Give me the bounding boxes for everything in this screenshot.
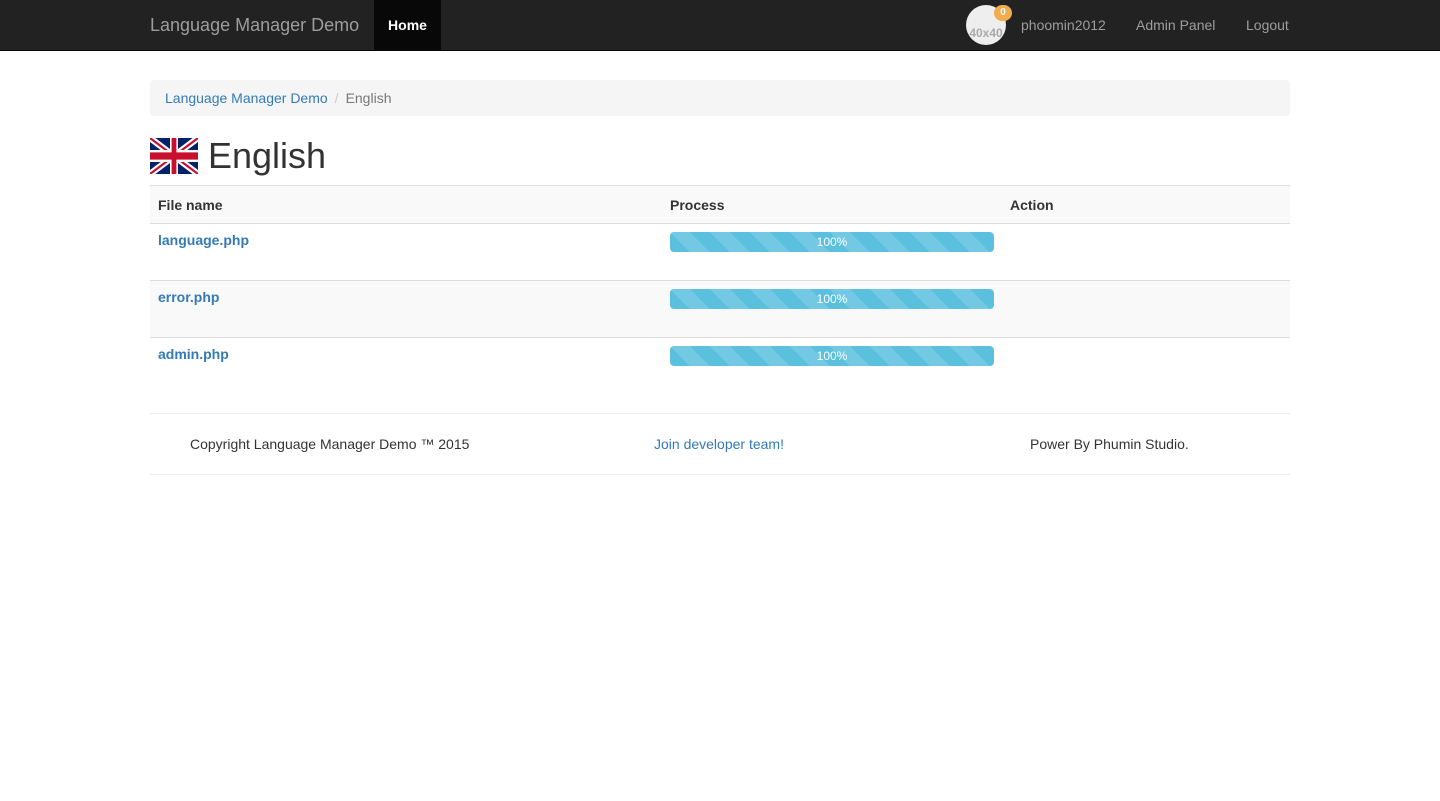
progress-bar: 100% (670, 232, 994, 252)
notification-badge: 0 (994, 5, 1012, 21)
action-cell (1002, 223, 1290, 281)
username-link[interactable]: phoomin2012 (1021, 0, 1106, 50)
progress-track: 100% (670, 346, 994, 366)
join-team-link[interactable]: Join developer team! (654, 414, 784, 474)
file-link-admin[interactable]: admin.php (158, 346, 229, 362)
footer: Copyright Language Manager Demo ™ 2015 J… (150, 413, 1290, 475)
column-header-action: Action (1002, 185, 1290, 224)
user-avatar-wrapper[interactable]: 40x40 0 (966, 5, 1012, 45)
breadcrumb-home-link[interactable]: Language Manager Demo (165, 90, 328, 106)
breadcrumb: Language Manager Demo / English (150, 80, 1290, 116)
progress-bar: 100% (670, 346, 994, 366)
breadcrumb-current: English (345, 90, 392, 106)
progress-bar: 100% (670, 289, 994, 309)
progress-track: 100% (670, 289, 994, 309)
action-cell (1002, 337, 1290, 395)
progress-track: 100% (670, 232, 994, 252)
page-heading: English (150, 136, 326, 176)
admin-panel-link[interactable]: Admin Panel (1136, 0, 1215, 50)
table-header-row: File name Process Action (150, 185, 1290, 224)
footer-powered-by: Power By Phumin Studio. (1030, 436, 1189, 452)
footer-copyright: Copyright Language Manager Demo ™ 2015 (190, 436, 470, 452)
top-navbar: Language Manager Demo Home 40x40 0 phoom… (0, 0, 1440, 51)
page-title: English (208, 135, 327, 176)
table-row: language.php 100% (150, 223, 1290, 281)
language-files-table: File name Process Action language.php 10… (150, 185, 1290, 395)
action-cell (1002, 280, 1290, 338)
nav-home-link[interactable]: Home (374, 0, 441, 50)
brand-link[interactable]: Language Manager Demo (150, 0, 359, 50)
column-header-file-name: File name (150, 185, 662, 224)
column-header-process: Process (662, 185, 1002, 224)
breadcrumb-separator: / (334, 90, 339, 106)
file-link-language[interactable]: language.php (158, 232, 249, 248)
file-link-error[interactable]: error.php (158, 289, 219, 305)
uk-flag-icon (150, 138, 198, 174)
table-row: error.php 100% (150, 280, 1290, 338)
logout-link[interactable]: Logout (1246, 0, 1289, 50)
table-row: admin.php 100% (150, 337, 1290, 395)
